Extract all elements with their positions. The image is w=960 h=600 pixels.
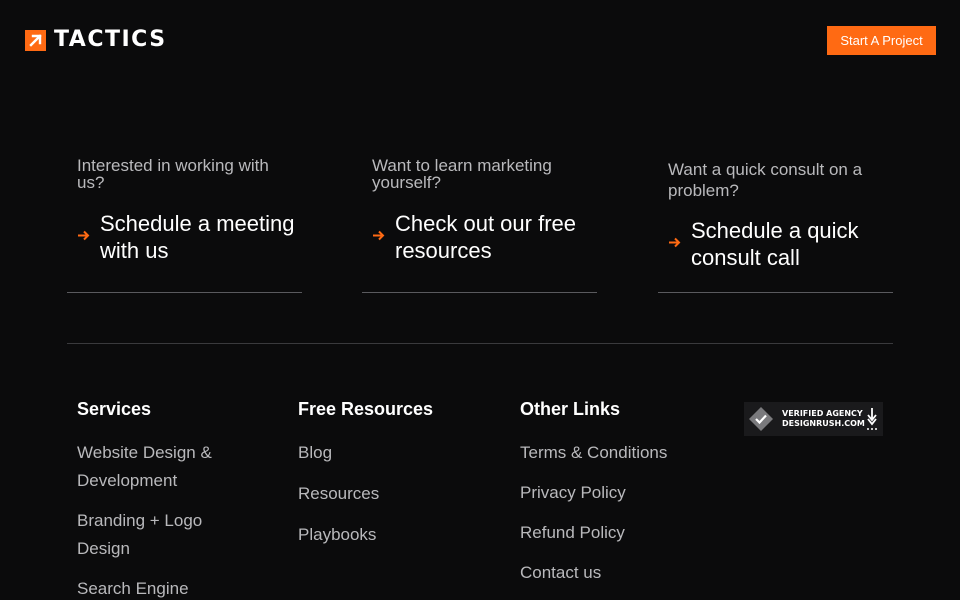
logo-link[interactable]: TACTICS (25, 29, 167, 51)
check-shield-icon (748, 406, 774, 432)
free-resources-link[interactable]: Check out our free resources (372, 210, 597, 264)
badge-line-1: VERIFIED AGENCY (782, 409, 863, 418)
footer-link-blog[interactable]: Blog (298, 439, 478, 467)
other-links-heading: Other Links (520, 399, 621, 419)
card-link-label: Schedule a quick consult call (691, 218, 859, 270)
resources-heading: Free Resources (298, 399, 434, 419)
footer-link-web-design[interactable]: Website Design & Development (77, 439, 257, 495)
card-link-label: Schedule a meeting with us (100, 211, 295, 263)
footer-other-column: Other Links Terms & Conditions Privacy P… (520, 398, 700, 599)
schedule-consult-link[interactable]: Schedule a quick consult call (668, 217, 893, 271)
arrow-right-icon (668, 236, 681, 252)
footer-link-terms[interactable]: Terms & Conditions (520, 439, 700, 467)
services-heading: Services (77, 399, 152, 419)
card-question: Interested in working with us? (77, 156, 269, 192)
card-question: Want a quick consult on a problem? (668, 160, 863, 200)
footer-divider (67, 343, 893, 344)
badge-line-2: DESIGNRUSH.COM (782, 419, 865, 428)
arrow-right-icon (77, 229, 90, 245)
footer-link-playbooks[interactable]: Playbooks (298, 521, 478, 549)
contact-card-resources: Want to learn marketing yourself? Check … (362, 150, 597, 293)
footer-link-privacy[interactable]: Privacy Policy (520, 479, 700, 507)
footer-link-contact[interactable]: Contact us (520, 559, 700, 587)
designrush-badge[interactable]: VERIFIED AGENCY DESIGNRUSH.COM (744, 402, 883, 436)
footer-services-column: Services Website Design & Development Br… (77, 398, 257, 600)
footer-resources-column: Free Resources Blog Resources Playbooks (298, 398, 478, 562)
start-project-button[interactable]: Start A Project (827, 26, 936, 55)
contact-card-consult: Want a quick consult on a problem? Sched… (658, 150, 893, 293)
contact-card-meeting: Interested in working with us? Schedule … (67, 150, 302, 293)
footer-link-seo[interactable]: Search Engine (77, 575, 257, 600)
card-question: Want to learn marketing yourself? (372, 156, 552, 192)
logo-arrow-icon (25, 29, 46, 51)
footer-link-resources[interactable]: Resources (298, 480, 478, 508)
award-icon (865, 406, 879, 432)
footer-link-refund[interactable]: Refund Policy (520, 519, 700, 547)
card-link-label: Check out our free resources (395, 211, 576, 263)
site-header: TACTICS Start A Project (0, 0, 960, 80)
footer-link-branding[interactable]: Branding + Logo Design (77, 507, 257, 563)
logo-text: TACTICS (54, 27, 167, 52)
arrow-right-icon (372, 229, 385, 245)
schedule-meeting-link[interactable]: Schedule a meeting with us (77, 210, 302, 264)
